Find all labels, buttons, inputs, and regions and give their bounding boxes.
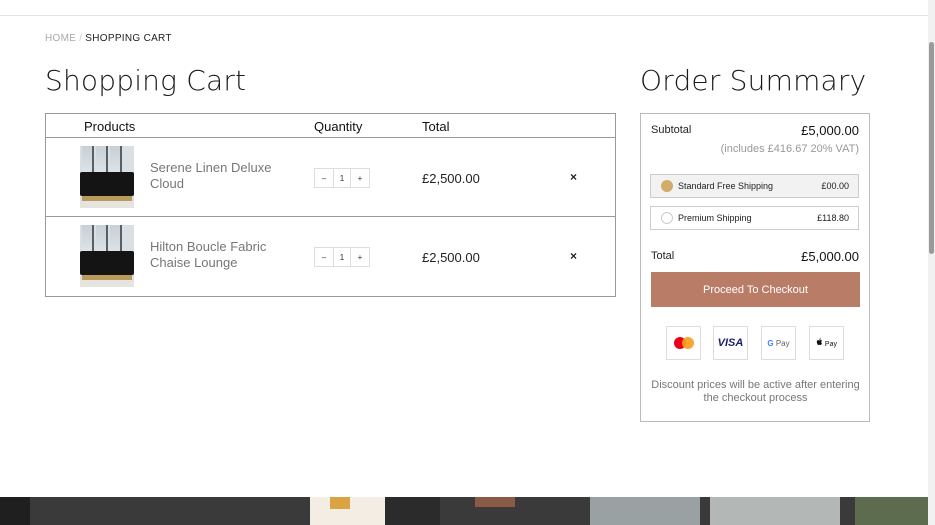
visa-logo-text: VISA: [717, 337, 744, 349]
mastercard-icon: [666, 326, 701, 360]
total-value: £5,000.00: [801, 249, 859, 264]
column-header-total: Total: [422, 119, 450, 134]
breadcrumb-separator: /: [79, 33, 83, 44]
banner-segment: [590, 497, 700, 525]
banner-segment: [710, 497, 840, 525]
banner-artwork: [330, 497, 350, 509]
sofa-graphic: [80, 251, 134, 275]
cart-row: Hilton Boucle Fabric Chaise Lounge – 1 +…: [46, 217, 615, 296]
cart-row: Serene Linen Deluxe Cloud – 1 + £2,500.0…: [46, 138, 615, 217]
decrease-quantity-button[interactable]: –: [315, 169, 333, 187]
shipping-option-name: Standard Free Shipping: [678, 181, 774, 191]
line-total: £2,500.00: [422, 171, 480, 186]
proceed-to-checkout-button[interactable]: Proceed To Checkout: [651, 272, 860, 307]
quantity-stepper: – 1 +: [314, 168, 370, 188]
apple-pay-logo-text: Pay: [816, 338, 837, 348]
banner-segment: [385, 497, 440, 525]
floor-graphic: [80, 201, 134, 208]
mastercard-logo: [673, 337, 694, 349]
cart-table-header: Products Quantity Total: [46, 114, 615, 138]
increase-quantity-button[interactable]: +: [351, 248, 369, 266]
quantity-input[interactable]: 1: [333, 248, 351, 266]
banner-segment: [475, 497, 515, 507]
column-header-quantity: Quantity: [314, 119, 363, 134]
total-label: Total: [651, 250, 675, 262]
bottom-banner-image: [0, 497, 928, 525]
google-pay-logo-text: G Pay: [767, 339, 789, 348]
sofa-graphic: [80, 172, 134, 196]
subtotal-label: Subtotal: [651, 124, 692, 136]
order-summary-title: Order Summary: [640, 64, 867, 97]
radio-selected-icon[interactable]: [661, 180, 673, 192]
quantity-stepper: – 1 +: [314, 247, 370, 267]
shipping-option-price: £118.80: [817, 213, 849, 223]
decrease-quantity-button[interactable]: –: [315, 248, 333, 266]
visa-icon: VISA: [713, 326, 748, 360]
apple-pay-icon: Pay: [809, 326, 844, 360]
line-total: £2,500.00: [422, 250, 480, 265]
scrollbar-thumb[interactable]: [929, 42, 934, 254]
apple-icon: [816, 338, 823, 345]
radio-unselected-icon[interactable]: [661, 212, 673, 224]
shipping-option-price: £00.00: [821, 181, 849, 191]
top-header-bar: [0, 0, 928, 16]
breadcrumb-home-link[interactable]: HOME: [45, 33, 76, 44]
remove-item-icon[interactable]: ×: [570, 170, 577, 184]
product-image[interactable]: [80, 225, 134, 287]
cart-table: Products Quantity Total Serene Linen Del…: [45, 113, 616, 297]
breadcrumb-current: SHOPPING CART: [85, 33, 172, 44]
shipping-option-premium[interactable]: Premium Shipping £118.80: [650, 206, 859, 230]
floor-graphic: [80, 280, 134, 287]
subtotal-value: £5,000.00: [801, 123, 859, 138]
page-scrollbar[interactable]: [928, 0, 935, 525]
discount-note: Discount prices will be active after ent…: [651, 379, 860, 404]
remove-item-icon[interactable]: ×: [570, 249, 577, 263]
apple-pay-word: Pay: [822, 341, 837, 348]
breadcrumb: HOME / SHOPPING CART: [45, 33, 172, 44]
column-header-products: Products: [84, 119, 136, 134]
shipping-option-name: Premium Shipping: [678, 213, 752, 223]
vat-note: (includes £416.67 20% VAT): [720, 143, 859, 155]
product-name-link[interactable]: Serene Linen Deluxe Cloud: [150, 160, 290, 192]
order-summary-panel: Subtotal £5,000.00 (includes £416.67 20%…: [640, 113, 870, 422]
google-pay-icon: G Pay: [761, 326, 796, 360]
quantity-input[interactable]: 1: [333, 169, 351, 187]
increase-quantity-button[interactable]: +: [351, 169, 369, 187]
google-pay-word: Pay: [773, 338, 790, 348]
shipping-option-standard[interactable]: Standard Free Shipping £00.00: [650, 174, 859, 198]
product-name-link[interactable]: Hilton Boucle Fabric Chaise Lounge: [150, 239, 290, 271]
product-image[interactable]: [80, 146, 134, 208]
banner-segment: [0, 497, 30, 525]
banner-plant: [855, 497, 928, 525]
page-title: Shopping Cart: [45, 64, 247, 97]
mastercard-yellow-circle: [681, 337, 694, 349]
